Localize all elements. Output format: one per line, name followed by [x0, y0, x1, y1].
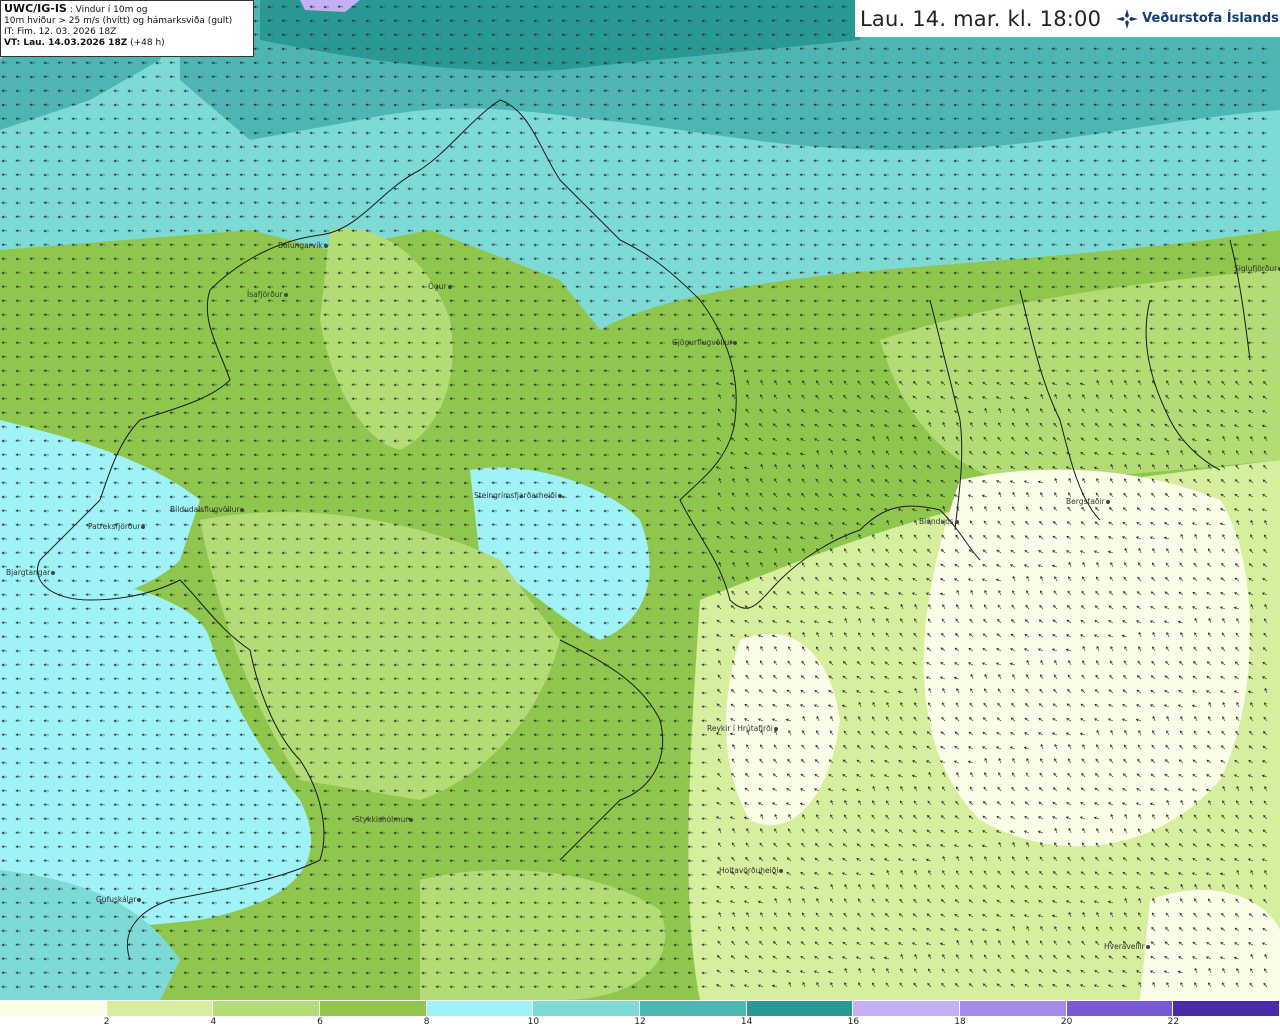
valid-time: VT: Lau. 14.03.2026 18Z: [4, 38, 128, 48]
place-label[interactable]: Bíldudalsflugvöllur: [170, 505, 245, 514]
legend-tick-label: 4: [210, 1017, 217, 1027]
place-label[interactable]: Gjögurflugvöllur: [672, 338, 738, 347]
logo-text: Veðurstofa Íslands: [1142, 11, 1279, 26]
place-dot: [141, 525, 146, 529]
legend-swatch: [1173, 1001, 1280, 1016]
place-dot: [1105, 500, 1110, 504]
place-dot: [283, 293, 288, 297]
legend-tick-label: 20: [1060, 1017, 1073, 1027]
place-dot: [733, 341, 738, 345]
legend-tick-label: 6: [317, 1017, 323, 1027]
place-label[interactable]: Bergstaðir: [1066, 497, 1110, 506]
legend-tick-label: 2: [103, 1017, 110, 1027]
place-label[interactable]: Patreksfjörður: [88, 522, 146, 531]
place-dot: [954, 520, 959, 524]
place-label[interactable]: Ögur: [428, 282, 452, 291]
legend-swatch: [960, 1001, 1067, 1016]
place-label[interactable]: Ísafjörður: [247, 290, 288, 299]
legend-tick-label: 22: [1167, 1017, 1180, 1027]
place-dot: [779, 869, 784, 873]
forecast-datetime: Lau. 14. mar. kl. 18:00: [860, 6, 1102, 31]
legend-tick-label: 14: [740, 1017, 753, 1027]
place-dot: [557, 494, 562, 498]
place-dot: [51, 571, 56, 575]
place-label[interactable]: Bjargtangar: [6, 568, 56, 577]
logo[interactable]: Veðurstofa Íslands: [1115, 8, 1279, 30]
place-dot: [1145, 945, 1150, 949]
forecast-info-box: UWC/IG-IS : Vindur í 10m og 10m hviður >…: [0, 0, 254, 57]
place-dot: [240, 508, 245, 512]
legend-swatch: [853, 1001, 961, 1016]
legend-swatch: [106, 1001, 214, 1016]
legend-swatch: [0, 1001, 107, 1016]
init-time: IT: Fim. 12. 03. 2026 18Z: [4, 27, 117, 37]
place-label[interactable]: Hveravellir: [1104, 942, 1150, 951]
legend-tick-label: 16: [847, 1017, 860, 1027]
place-label[interactable]: Gufuskálar: [96, 895, 142, 904]
legend-swatch: [1066, 1001, 1174, 1016]
color-legend: 2 4 6 8 10 12 14 16 18 20 22: [0, 1000, 1280, 1030]
legend-swatch: [640, 1001, 747, 1016]
header: Lau. 14. mar. kl. 18:00 Veðurstofa Íslan…: [855, 0, 1280, 37]
place-label[interactable]: Steingrímsfjarðarheiði: [474, 491, 562, 500]
legend-swatch: [533, 1001, 641, 1016]
place-label[interactable]: Bolungarvík: [278, 241, 328, 250]
place-dot: [773, 727, 778, 731]
valid-offset: (+48 h): [127, 38, 165, 48]
legend-swatch: [746, 1001, 854, 1016]
legend-tick-label: 12: [634, 1017, 646, 1027]
legend-swatch: [213, 1001, 321, 1016]
place-label[interactable]: Blönduós: [919, 517, 959, 526]
legend-swatch: [426, 1001, 534, 1016]
info-desc-1: : Vindur í 10m og: [66, 5, 148, 15]
info-desc-2: 10m hviður > 25 m/s (hvítt) og hámarksvi…: [4, 16, 233, 26]
place-label[interactable]: Holtavörðuheiði: [719, 866, 784, 875]
place-dot: [409, 818, 414, 822]
legend-color-bar: [0, 1001, 1280, 1016]
place-label[interactable]: Reykir í Hrútafirði: [707, 724, 778, 733]
place-label[interactable]: Stykkishólmur: [355, 815, 414, 824]
place-label[interactable]: Siglufjörður: [1234, 264, 1280, 273]
legend-tick-label: 8: [423, 1017, 430, 1027]
legend-tick-label: 18: [954, 1017, 966, 1027]
place-dot: [137, 898, 142, 902]
info-title-line: UWC/IG-IS : Vindur í 10m og: [4, 3, 250, 16]
place-dot: [447, 285, 452, 289]
model-name: UWC/IG-IS: [4, 2, 67, 15]
legend-swatch: [320, 1001, 427, 1016]
wind-field-calm: [923, 469, 1250, 847]
legend-ticks: 2 4 6 8 10 12 14 16 18 20 22: [0, 1017, 1280, 1029]
vedurstofa-logo-icon: [1116, 8, 1139, 29]
legend-tick-label: 10: [527, 1017, 540, 1027]
place-dot: [323, 244, 328, 248]
